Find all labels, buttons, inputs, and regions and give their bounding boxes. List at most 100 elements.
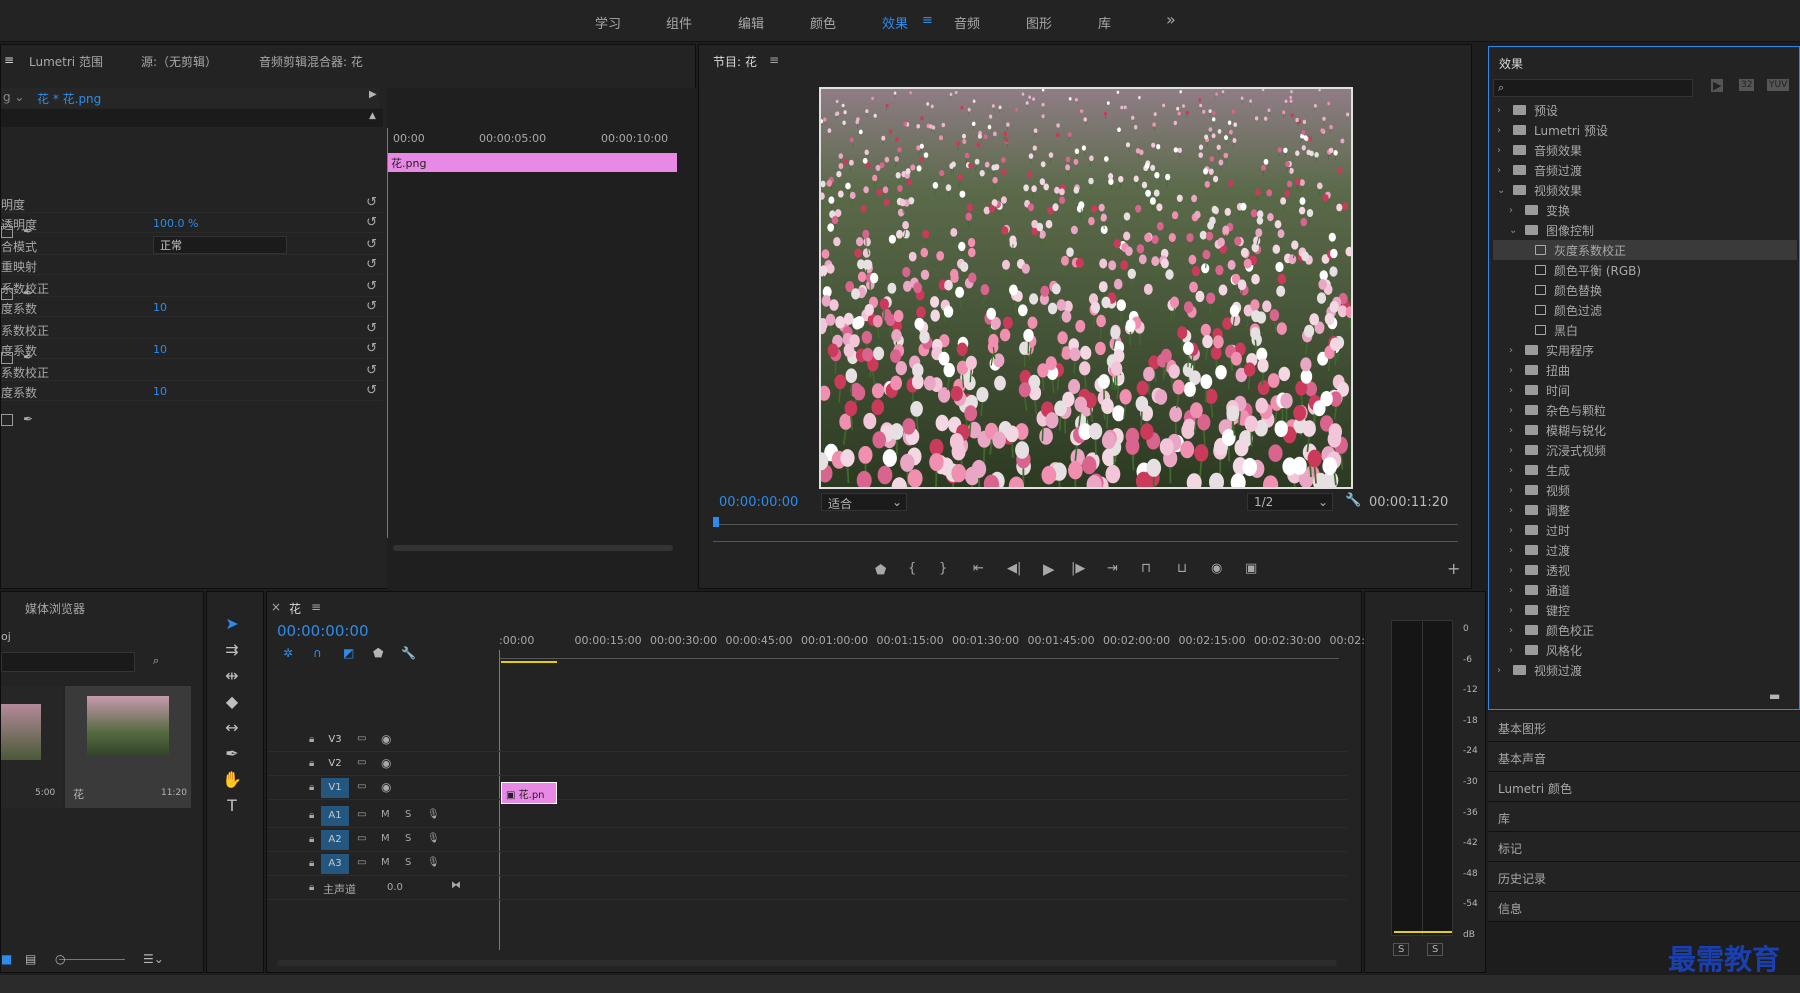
- effects-tree-item[interactable]: › 调整: [1493, 500, 1797, 520]
- chevron-right-icon[interactable]: ›: [1497, 145, 1507, 156]
- ec-playhead[interactable]: [387, 128, 388, 538]
- fit-dropdown[interactable]: 适合 ⌄: [821, 493, 907, 511]
- eye-icon[interactable]: ◉: [381, 732, 391, 746]
- mute-button[interactable]: M: [381, 809, 390, 820]
- solo-left-button[interactable]: S: [1393, 943, 1410, 956]
- effects-tree-item[interactable]: › 生成: [1493, 460, 1797, 480]
- chevron-right-icon[interactable]: ›: [1509, 365, 1519, 376]
- effects-tree-item[interactable]: › 沉浸式视频: [1493, 440, 1797, 460]
- chevron-right-icon[interactable]: ›: [1509, 605, 1519, 616]
- chevron-right-icon[interactable]: ›: [1497, 665, 1507, 676]
- mask-ellipse-icon[interactable]: [1, 288, 13, 300]
- effects-tree-item[interactable]: › 键控: [1493, 600, 1797, 620]
- chevron-right-icon[interactable]: ›: [1509, 465, 1519, 476]
- lock-icon[interactable]: 🔒︎: [309, 858, 314, 869]
- sync-lock-icon[interactable]: ▭: [357, 857, 366, 868]
- workspace-tab-effects[interactable]: 效果: [882, 13, 908, 32]
- effects-tree-item[interactable]: 黑白: [1493, 320, 1797, 340]
- sync-lock-icon[interactable]: ▭: [357, 833, 366, 844]
- program-scrubber[interactable]: [713, 524, 1458, 525]
- chevron-right-icon[interactable]: ›: [1497, 165, 1507, 176]
- side-panel-header[interactable]: 库: [1488, 802, 1800, 832]
- chevron-down-icon[interactable]: ⌄: [1497, 185, 1507, 196]
- solo-button[interactable]: S: [405, 857, 411, 868]
- track-target-v1[interactable]: V1: [321, 778, 349, 798]
- chevron-right-icon[interactable]: ›: [1509, 405, 1519, 416]
- chevron-right-icon[interactable]: ›: [1509, 505, 1519, 516]
- tab-lumetri-scopes[interactable]: Lumetri 范围: [29, 53, 103, 70]
- microphone-icon[interactable]: 🎙︎: [427, 857, 440, 868]
- track-select-tool-icon[interactable]: ⇉: [216, 638, 248, 662]
- track-target-a3[interactable]: A3: [321, 854, 349, 874]
- timeline-h-scrollbar[interactable]: [277, 960, 1337, 966]
- chevron-right-icon[interactable]: ›: [1509, 345, 1519, 356]
- resolution-dropdown[interactable]: 1/2 ⌄: [1247, 493, 1333, 511]
- sequence-tab[interactable]: 花: [289, 600, 301, 617]
- effects-tree-item[interactable]: 颜色平衡 (RGB): [1493, 260, 1797, 280]
- program-zoom-bar[interactable]: [713, 541, 1458, 542]
- lock-icon[interactable]: 🔒︎: [309, 834, 314, 845]
- reset-icon[interactable]: ↺: [366, 195, 377, 210]
- hand-tool-icon[interactable]: ✋: [216, 768, 248, 792]
- microphone-icon[interactable]: 🎙︎: [427, 809, 440, 820]
- effects-search-input[interactable]: ⌕: [1493, 79, 1693, 97]
- mask-ellipse-icon[interactable]: [1, 352, 13, 364]
- lift-icon[interactable]: ⊓: [1141, 561, 1151, 576]
- effects-tree-item[interactable]: › 过渡: [1493, 540, 1797, 560]
- workspace-tab-learn[interactable]: 学习: [595, 13, 621, 32]
- pen-mask-icon[interactable]: ✒: [23, 412, 33, 426]
- sequence-menu-icon[interactable]: ≡: [311, 600, 321, 614]
- effects-tree-item[interactable]: › 音频效果: [1493, 140, 1797, 160]
- solo-button[interactable]: S: [405, 809, 411, 820]
- solo-button[interactable]: S: [405, 833, 411, 844]
- effects-tree-item[interactable]: › 视频: [1493, 480, 1797, 500]
- tab-media-browser[interactable]: 媒体浏览器: [25, 600, 85, 617]
- pen-mask-icon[interactable]: ✒: [23, 224, 33, 238]
- workspace-tab-editing[interactable]: 编辑: [738, 13, 764, 32]
- effects-tree-item[interactable]: › 实用程序: [1493, 340, 1797, 360]
- chevron-right-icon[interactable]: ›: [1509, 565, 1519, 576]
- eye-icon[interactable]: ◉: [381, 756, 391, 770]
- timeline-timecode[interactable]: 00:00:00:00: [277, 622, 369, 640]
- effects-tree-item[interactable]: › 时间: [1493, 380, 1797, 400]
- chevron-right-icon[interactable]: ›: [1509, 625, 1519, 636]
- effects-tree-item[interactable]: › 杂色与颗粒: [1493, 400, 1797, 420]
- icon-view-icon[interactable]: ▤: [25, 952, 36, 966]
- effects-tree-item[interactable]: › 变换: [1493, 200, 1797, 220]
- chevron-right-icon[interactable]: ›: [1497, 105, 1507, 116]
- sync-lock-icon[interactable]: ▭: [357, 781, 366, 792]
- step-forward-icon[interactable]: |▶: [1071, 561, 1085, 576]
- effects-tree-item[interactable]: › 通道: [1493, 580, 1797, 600]
- project-item-2[interactable]: 花 11:20: [65, 686, 191, 808]
- chevron-right-icon[interactable]: ›: [1497, 125, 1507, 136]
- effects-tree-item[interactable]: › 颜色校正: [1493, 620, 1797, 640]
- chevron-right-icon[interactable]: ›: [1509, 445, 1519, 456]
- effects-tree-item[interactable]: › 风格化: [1493, 640, 1797, 660]
- ec-scrollbar[interactable]: [393, 545, 673, 551]
- expand-arrow-icon[interactable]: ▶: [369, 89, 377, 100]
- type-tool-icon[interactable]: T: [216, 794, 248, 818]
- workspace-menu-icon[interactable]: ≡: [922, 13, 933, 28]
- mask-ellipse-icon[interactable]: [1, 226, 13, 238]
- project-search-input[interactable]: [1, 652, 135, 672]
- workspace-more-icon[interactable]: »: [1166, 10, 1176, 29]
- pen-mask-icon[interactable]: ✒: [23, 286, 33, 300]
- play-icon[interactable]: ▶: [1043, 560, 1055, 578]
- zoom-handle-icon[interactable]: ○: [55, 952, 65, 966]
- effects-tree-item[interactable]: › 扭曲: [1493, 360, 1797, 380]
- program-playhead[interactable]: [713, 517, 719, 527]
- ec-property-row[interactable]: 度系数 10 ↺: [1, 381, 383, 401]
- program-timecode-in[interactable]: 00:00:00:00: [719, 495, 798, 510]
- camera-icon[interactable]: ◉: [1211, 561, 1222, 576]
- add-marker-icon[interactable]: ⬟: [875, 563, 886, 578]
- snap-icon[interactable]: ∩: [313, 646, 322, 660]
- reset-icon[interactable]: ↺: [366, 383, 377, 398]
- find-icon[interactable]: ⌕: [153, 654, 159, 668]
- effects-tree-item[interactable]: ⌄ 图像控制: [1493, 220, 1797, 240]
- reset-icon[interactable]: ↺: [366, 257, 377, 272]
- pen-mask-icon[interactable]: ✒: [23, 350, 33, 364]
- solo-right-button[interactable]: S: [1427, 943, 1444, 956]
- list-view-icon[interactable]: ■: [1, 952, 12, 966]
- track-target-a1[interactable]: A1: [321, 806, 349, 826]
- ec-property-value[interactable]: 10: [153, 385, 167, 398]
